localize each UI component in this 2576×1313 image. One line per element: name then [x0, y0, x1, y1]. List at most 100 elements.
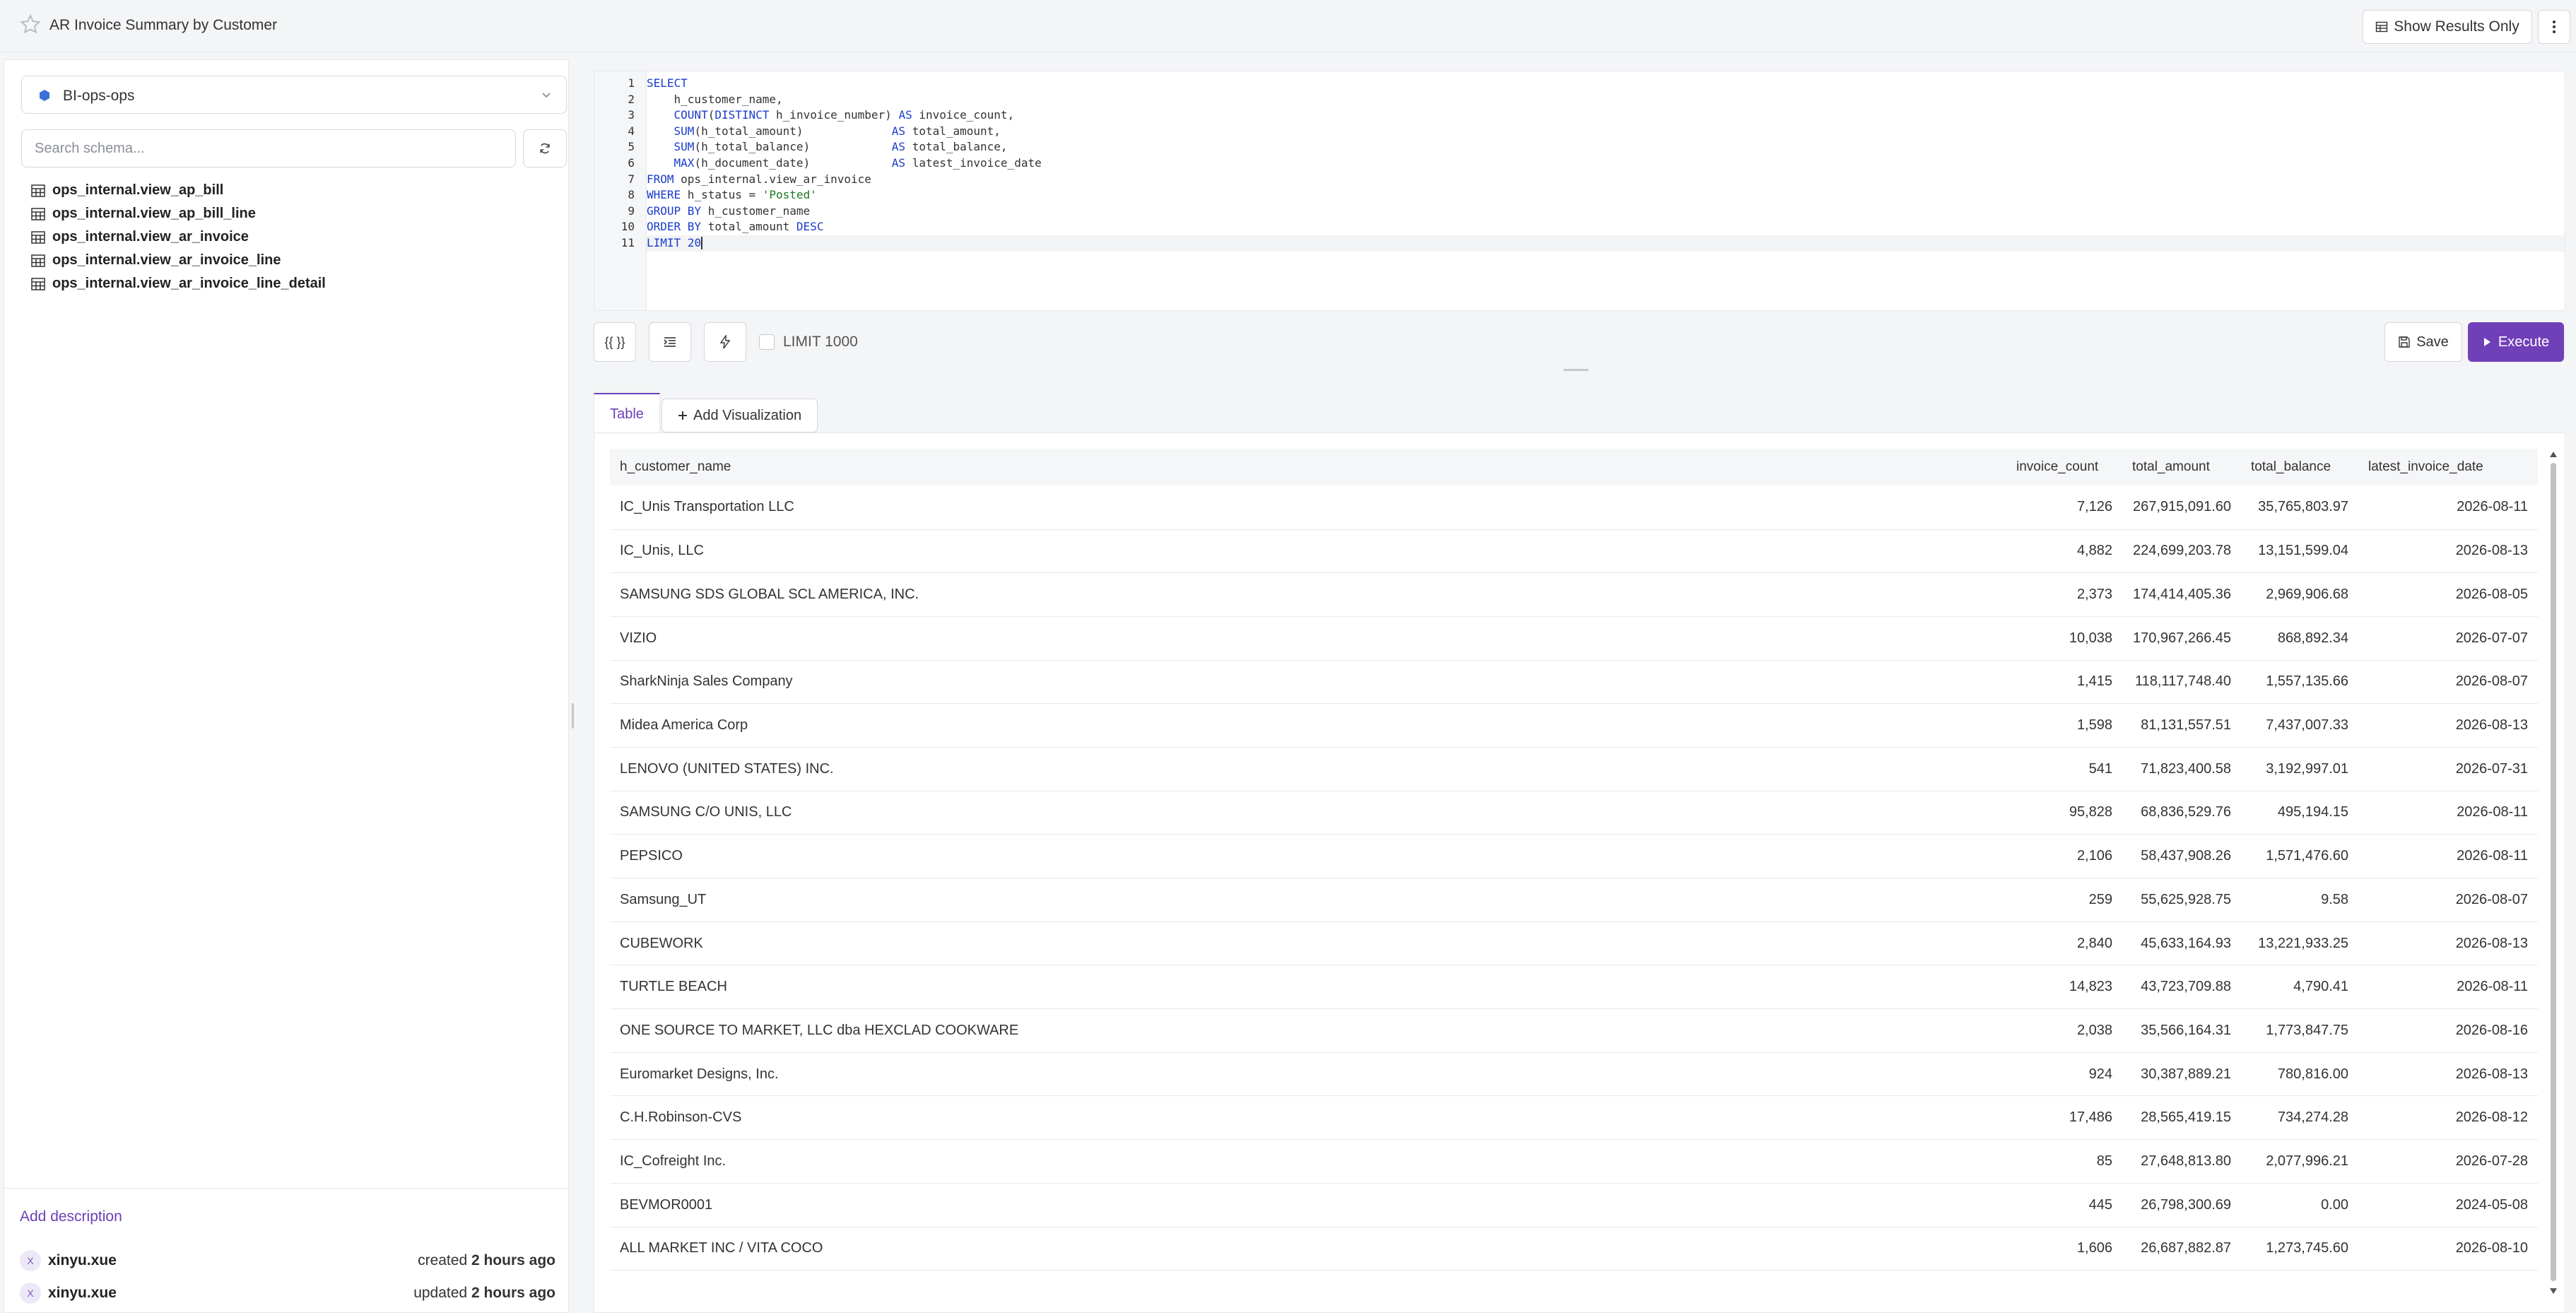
add-visualization-button[interactable]: Add Visualization — [661, 399, 818, 432]
schema-table-list: ops_internal.view_ap_bill ops_internal.v… — [31, 179, 326, 295]
table-cell-h_customer_name: SAMSUNG C/O UNIS, LLC — [610, 791, 2006, 835]
table-cell-total_amount: 118,117,748.40 — [2122, 660, 2241, 705]
table-cell-total_amount: 58,437,908.26 — [2122, 834, 2241, 878]
column-header[interactable]: total_balance — [2241, 449, 2358, 485]
table-cell-h_customer_name: TURTLE BEACH — [610, 965, 2006, 1010]
add-description-link[interactable]: Add description — [20, 1208, 122, 1225]
schema-table-item[interactable]: ops_internal.view_ar_invoice_line_detail — [31, 272, 326, 295]
table-icon — [31, 184, 45, 197]
save-button[interactable]: Save — [2384, 322, 2462, 362]
plus-icon — [678, 411, 687, 420]
scroll-down-icon[interactable] — [2549, 1287, 2558, 1295]
table-cell-total_balance: 1,571,476.60 — [2241, 834, 2358, 878]
table-row: BEVMOR0001 445 26,798,300.69 0.00 2024-05-08 — [610, 1183, 2538, 1227]
vertical-resize-handle[interactable] — [570, 703, 575, 729]
limit-toggle[interactable]: LIMIT 1000 — [759, 334, 858, 351]
tab-table[interactable]: Table — [594, 393, 660, 434]
table-icon — [2376, 21, 2388, 33]
table-cell-total_balance: 3,192,997.01 — [2241, 747, 2358, 791]
table-row: SAMSUNG C/O UNIS, LLC 95,828 68,836,529.76… — [610, 791, 2538, 835]
schema-table-item[interactable]: ops_internal.view_ap_bill_line — [31, 202, 326, 225]
table-cell-total_amount: 68,836,529.76 — [2122, 791, 2241, 835]
results-scrollbar[interactable] — [2549, 450, 2558, 1295]
table-cell-total_balance: 1,273,745.60 — [2241, 1227, 2358, 1271]
page-title: AR Invoice Summary by Customer — [49, 17, 278, 33]
show-results-only-label: Show Results Only — [2394, 18, 2519, 35]
table-cell-h_customer_name: Samsung_UT — [610, 878, 2006, 922]
table-cell-invoice_count: 259 — [2006, 878, 2122, 922]
table-row: LENOVO (UNITED STATES) INC. 541 71,823,400… — [610, 747, 2538, 791]
sql-code[interactable]: SELECT h_customer_name, COUNT(DISTINCT h… — [647, 71, 2565, 252]
limit-checkbox[interactable] — [759, 334, 775, 350]
table-cell-latest_invoice_date: 2026-08-11 — [2358, 791, 2538, 835]
table-cell-total_amount: 224,699,203.78 — [2122, 529, 2241, 574]
table-cell-latest_invoice_date: 2026-08-11 — [2358, 485, 2538, 530]
limit-label: LIMIT 1000 — [783, 334, 858, 350]
avatar: X — [20, 1283, 41, 1304]
column-header[interactable]: total_amount — [2122, 449, 2241, 485]
save-icon — [2399, 336, 2410, 348]
table-cell-invoice_count: 7,126 — [2006, 485, 2122, 530]
scroll-up-icon[interactable] — [2549, 450, 2558, 459]
table-cell-h_customer_name: IC_Unis, LLC — [610, 529, 2006, 574]
page-header: AR Invoice Summary by Customer Show Resu… — [0, 0, 2576, 52]
table-cell-invoice_count: 541 — [2006, 747, 2122, 791]
table-header-row: h_customer_name invoice_count total_amou… — [610, 449, 2538, 485]
table-cell-h_customer_name: PEPSICO — [610, 834, 2006, 878]
table-cell-invoice_count: 2,373 — [2006, 572, 2122, 617]
schema-table-item[interactable]: ops_internal.view_ap_bill — [31, 179, 326, 202]
horizontal-resize-handle[interactable] — [1563, 369, 1589, 372]
column-header[interactable]: h_customer_name — [610, 449, 2006, 485]
refresh-icon — [540, 143, 550, 154]
table-cell-h_customer_name: LENOVO (UNITED STATES) INC. — [610, 747, 2006, 791]
show-results-only-button[interactable]: Show Results Only — [2363, 10, 2532, 44]
creator-name[interactable]: xinyu.xue — [48, 1252, 117, 1269]
table-cell-total_balance: 1,557,135.66 — [2241, 660, 2358, 705]
column-header[interactable]: invoice_count — [2006, 449, 2122, 485]
table-cell-h_customer_name: C.H.Robinson-CVS — [610, 1095, 2006, 1141]
column-header[interactable]: latest_invoice_date — [2358, 449, 2538, 485]
results-table-panel: h_customer_name invoice_count total_amou… — [594, 432, 2565, 1313]
table-cell-h_customer_name: Midea America Corp — [610, 703, 2006, 748]
editor-toolbar: {{ }} LIMIT 1000 Save Execute — [594, 322, 2565, 362]
updater-name[interactable]: xinyu.xue — [48, 1285, 117, 1302]
table-cell-total_balance: 4,790.41 — [2241, 965, 2358, 1010]
add-visualization-label: Add Visualization — [693, 407, 802, 423]
created-by-row: X xinyu.xue created 2 hours ago — [20, 1247, 568, 1275]
table-cell-total_balance: 868,892.34 — [2241, 616, 2358, 661]
table-cell-invoice_count: 445 — [2006, 1183, 2122, 1227]
schema-search-row — [21, 129, 567, 167]
execute-button[interactable]: Execute — [2468, 322, 2564, 362]
table-row: IC_Unis, LLC 4,882 224,699,203.78 13,151,59… — [610, 529, 2538, 574]
table-cell-latest_invoice_date: 2026-08-05 — [2358, 572, 2538, 617]
datasource-select[interactable]: BI-ops-ops — [21, 76, 567, 114]
star-icon[interactable] — [18, 13, 42, 37]
schema-table-item[interactable]: ops_internal.view_ar_invoice — [31, 225, 326, 249]
schema-table-name: ops_internal.view_ap_bill_line — [52, 206, 256, 221]
table-icon — [31, 254, 45, 267]
query-metadata: Add description X xinyu.xue created 2 ho… — [4, 1188, 568, 1313]
table-cell-total_amount: 45,633,164.93 — [2122, 922, 2241, 966]
table-row: TURTLE BEACH 14,823 43,723,709.88 4,790.41 2… — [610, 965, 2538, 1010]
format-query-button[interactable] — [649, 322, 691, 362]
line-number-gutter: 1 2 3 4 5 6 7 8 9 10 11 — [594, 71, 647, 310]
table-cell-latest_invoice_date: 2026-08-11 — [2358, 834, 2538, 878]
table-row: Midea America Corp 1,598 81,131,557.51 7,43… — [610, 703, 2538, 748]
scroll-thumb[interactable] — [2551, 463, 2556, 1281]
created-time: created 2 hours ago — [418, 1252, 555, 1268]
schema-table-name: ops_internal.view_ap_bill — [52, 182, 224, 198]
sql-editor[interactable]: 1 2 3 4 5 6 7 8 9 10 11 SELECT h_customer_name, CO… — [594, 71, 2565, 311]
query-workspace: 1 2 3 4 5 6 7 8 9 10 11 SELECT h_customer_name, CO… — [594, 59, 2565, 1313]
add-parameter-button[interactable]: {{ }} — [594, 322, 636, 362]
table-cell-total_balance: 9.58 — [2241, 878, 2358, 922]
table-cell-h_customer_name: VIZIO — [610, 616, 2006, 661]
schema-table-item[interactable]: ops_internal.view_ar_invoice_line — [31, 249, 326, 272]
table-cell-total_balance: 2,077,996.21 — [2241, 1139, 2358, 1184]
autocomplete-toggle-button[interactable] — [704, 322, 746, 362]
schema-search-input[interactable] — [21, 129, 516, 167]
datasource-label: BI-ops-ops — [63, 88, 135, 104]
refresh-schema-button[interactable] — [523, 129, 567, 167]
table-cell-total_amount: 267,915,091.60 — [2122, 485, 2241, 530]
table-cell-total_balance: 734,274.28 — [2241, 1095, 2358, 1141]
more-options-button[interactable] — [2538, 10, 2570, 44]
